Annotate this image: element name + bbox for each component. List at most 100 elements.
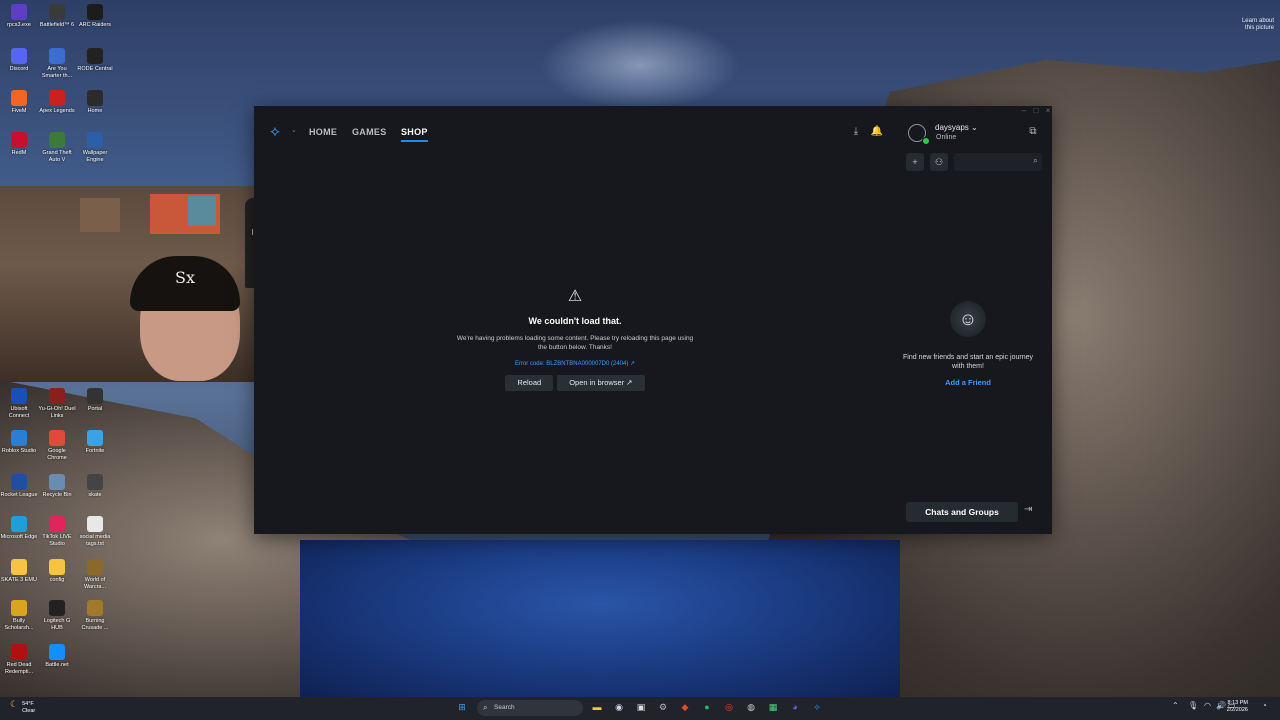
desktop-shortcut[interactable]: config: [38, 559, 76, 584]
desktop-shortcut[interactable]: Rocket League: [0, 474, 38, 499]
desktop-shortcut[interactable]: Battlefield™ 6: [38, 4, 76, 29]
clock-time: 8:13 PM: [1227, 700, 1248, 706]
nav-home[interactable]: HOME: [309, 127, 337, 137]
desktop-shortcut[interactable]: social media tags.txt: [76, 516, 114, 547]
desktop-shortcut[interactable]: FiveM: [0, 90, 38, 115]
open-in-browser-button[interactable]: Open in browser ↗: [557, 375, 645, 391]
error-code-link[interactable]: Error code: BLZBNTBNA000007D0 (2404) ↗: [454, 360, 696, 367]
pop-out-icon[interactable]: ⧉: [1026, 125, 1040, 139]
fortnite-icon: [87, 430, 103, 446]
user-status: Online: [936, 134, 957, 141]
desktop-shortcut[interactable]: Grand Theft Auto V: [38, 132, 76, 163]
start-windows-icon[interactable]: ⊞: [455, 700, 469, 714]
close-button[interactable]: ×: [1042, 106, 1054, 116]
desktop-shortcut[interactable]: Microsoft Edge: [0, 516, 38, 541]
battlenet-app-window: – □ × ⟡ ⌄ HOME GAMES SHOP ⤓ 🔔 daysyaps ⌄…: [254, 106, 1052, 534]
home-icon: [87, 90, 103, 106]
desktop-shortcut[interactable]: Logitech G HUB: [38, 600, 76, 631]
tiktok-live-icon: [49, 516, 65, 532]
title-bar[interactable]: – □ ×: [254, 106, 1052, 116]
desktop-shortcut-label: Burning Crusade ...: [81, 618, 109, 631]
desktop-shortcut-label: Roblox Studio: [1, 448, 37, 454]
battlenet-taskbar-icon[interactable]: ⟡: [810, 700, 824, 714]
battlefield-icon: [49, 4, 65, 20]
desktop-shortcut[interactable]: Are You Smarter th...: [38, 48, 76, 79]
download-icon[interactable]: ⤓: [849, 125, 863, 139]
notification-center-icon[interactable]: ◔: [1262, 701, 1267, 710]
minimize-button[interactable]: –: [1018, 106, 1030, 116]
system-clock[interactable]: 8:13 PM 2/2/2026: [1227, 700, 1248, 714]
volume-icon[interactable]: 🔊: [1216, 701, 1226, 710]
add-friend-button[interactable]: +: [906, 153, 924, 171]
folder-icon: [49, 559, 65, 575]
discord-icon[interactable]: ◕: [788, 700, 802, 714]
desktop-shortcut[interactable]: Ubisoft Connect: [0, 388, 38, 419]
desktop-shortcut[interactable]: RODE Central: [76, 48, 114, 73]
weather-widget[interactable]: ☾ 54°F Clear: [10, 699, 35, 714]
desktop-shortcut-label: config: [49, 577, 65, 583]
file-explorer-icon[interactable]: ▬: [590, 700, 604, 714]
edge-icon: [11, 516, 27, 532]
username-menu[interactable]: daysyaps ⌄: [935, 123, 978, 132]
error-panel: ⚠ We couldn't load that. We're having pr…: [454, 288, 696, 391]
notification-bell-icon[interactable]: 🔔: [870, 125, 884, 139]
desktop-shortcut[interactable]: Apex Legends: [38, 90, 76, 115]
desktop-shortcut[interactable]: World of Warcra...: [76, 559, 114, 590]
manage-groups-button[interactable]: ⚇: [930, 153, 948, 171]
spotify-icon[interactable]: ●: [700, 700, 714, 714]
nav-shop[interactable]: SHOP: [401, 127, 428, 142]
battlenet-logo-icon[interactable]: ⟡: [270, 123, 292, 141]
desktop-shortcut-label: World of Warcra...: [83, 577, 107, 590]
desktop-shortcut[interactable]: Fortnite: [76, 430, 114, 455]
desktop-shortcut-label: Rocket League: [0, 492, 38, 498]
taskbar-search[interactable]: ⌕ Search: [477, 700, 583, 716]
desktop-shortcut[interactable]: Battle.net: [38, 644, 76, 669]
maximize-button[interactable]: □: [1030, 106, 1042, 116]
chats-and-groups-button[interactable]: Chats and Groups: [906, 502, 1018, 522]
wifi-icon[interactable]: ◠: [1204, 701, 1211, 710]
add-friend-link[interactable]: Add a Friend: [902, 378, 1034, 387]
microphone-icon[interactable]: 🎙: [1188, 701, 1198, 710]
desktop-shortcut[interactable]: Burning Crusade ...: [76, 600, 114, 631]
desktop-shortcut[interactable]: Home: [76, 90, 114, 115]
portal-icon: [87, 388, 103, 404]
desktop-shortcut-label: SKATE 3 EMU: [1, 577, 37, 583]
desktop-shortcut[interactable]: Wallpaper Engine: [76, 132, 114, 163]
desktop-shortcut-label: FiveM: [11, 108, 27, 114]
taskbar-app-icon[interactable]: ▣: [634, 700, 648, 714]
brave-browser-icon[interactable]: ◆: [678, 700, 692, 714]
chevron-down-icon[interactable]: ⌄: [291, 126, 297, 134]
desktop-shortcut[interactable]: Recycle Bin: [38, 474, 76, 499]
desktop-shortcut-label: RODE Central: [77, 66, 113, 72]
desktop-shortcut[interactable]: Portal: [76, 388, 114, 413]
friends-search-input[interactable]: [954, 153, 1030, 174]
settings-gear-icon[interactable]: ⚙: [656, 700, 670, 714]
friends-search[interactable]: ⌕: [954, 153, 1042, 174]
burning-crusade-icon: [87, 600, 103, 616]
collapse-panel-icon[interactable]: ⇥: [1024, 504, 1032, 515]
desktop-shortcut[interactable]: Red Dead Redempti...: [0, 644, 38, 675]
desktop-shortcut[interactable]: skate: [76, 474, 114, 499]
desktop-shortcut[interactable]: Yu-Gi-Oh! Duel Links: [38, 388, 76, 419]
desktop-shortcut[interactable]: RedM: [0, 132, 38, 157]
apex-legends-icon: [49, 90, 65, 106]
desktop-shortcut[interactable]: rpcs3.exe: [0, 4, 38, 29]
desktop-shortcut[interactable]: TikTok LIVE Studio: [38, 516, 76, 547]
search-icon[interactable]: ⌕: [1033, 155, 1038, 166]
obs-icon[interactable]: ◍: [744, 700, 758, 714]
tray-overflow-icon[interactable]: ⌃: [1172, 701, 1179, 710]
logitech-icon: [49, 600, 65, 616]
desktop-shortcut[interactable]: Discord: [0, 48, 38, 73]
desktop-shortcut[interactable]: Google Chrome: [38, 430, 76, 461]
desktop-shortcut[interactable]: SKATE 3 EMU: [0, 559, 38, 584]
reload-button[interactable]: Reload: [505, 375, 554, 391]
desktop-shortcut[interactable]: Bully Scholarsh...: [0, 600, 38, 631]
taskbar-app-green-icon[interactable]: ▦: [766, 700, 780, 714]
steam-icon[interactable]: ◉: [612, 700, 626, 714]
desktop-shortcut[interactable]: Roblox Studio: [0, 430, 38, 455]
learn-about-picture[interactable]: Learn about this picture: [1234, 18, 1274, 32]
nav-games[interactable]: GAMES: [352, 127, 387, 137]
moon-weather-icon: ☾: [10, 699, 19, 709]
desktop-shortcut[interactable]: ARC Raiders: [76, 4, 114, 29]
chrome-icon[interactable]: ◎: [722, 700, 736, 714]
